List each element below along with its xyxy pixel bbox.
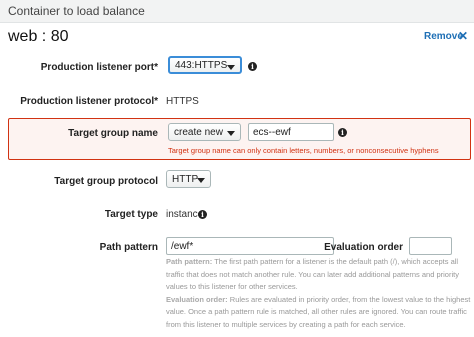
- evaluation-order-input[interactable]: [409, 237, 452, 255]
- close-icon[interactable]: ✕: [458, 29, 468, 43]
- target-group-protocol-value: HTTP: [172, 174, 199, 185]
- target-group-name-select[interactable]: create new: [168, 123, 241, 141]
- help-text: Path pattern: The first path pattern for…: [166, 256, 474, 331]
- path-pattern-label: Path pattern: [99, 242, 158, 253]
- target-group-name-input[interactable]: ecs--ewf: [248, 123, 334, 141]
- listener-protocol-value: HTTPS: [166, 96, 199, 107]
- info-icon[interactable]: i: [198, 210, 207, 219]
- listener-protocol-label: Production listener protocol*: [20, 96, 158, 107]
- target-group-protocol-select[interactable]: HTTP: [166, 170, 211, 188]
- target-group-name-label: Target group name: [68, 128, 158, 139]
- chevron-down-icon: [197, 178, 205, 183]
- info-icon[interactable]: i: [248, 62, 257, 71]
- listener-port-value: 443:HTTPS: [175, 60, 228, 71]
- target-group-name-error: Target group name can only contain lette…: [168, 146, 439, 155]
- path-pattern-help-title: Path pattern:: [166, 257, 213, 266]
- target-type-label: Target type: [104, 209, 158, 220]
- chevron-down-icon: [227, 65, 235, 70]
- listener-port-select[interactable]: 443:HTTPS: [168, 56, 242, 74]
- target-group-name-select-value: create new: [174, 127, 223, 138]
- evaluation-order-help-title: Evaluation order:: [166, 294, 228, 304]
- section-header-title: Container to load balance: [8, 4, 145, 18]
- info-icon[interactable]: i: [338, 128, 347, 137]
- listener-port-label: Production listener port*: [40, 62, 158, 73]
- evaluation-order-label: Evaluation order: [324, 242, 403, 253]
- target-group-protocol-label: Target group protocol: [54, 176, 158, 187]
- container-title: web : 80: [8, 28, 69, 45]
- chevron-down-icon: [227, 131, 235, 136]
